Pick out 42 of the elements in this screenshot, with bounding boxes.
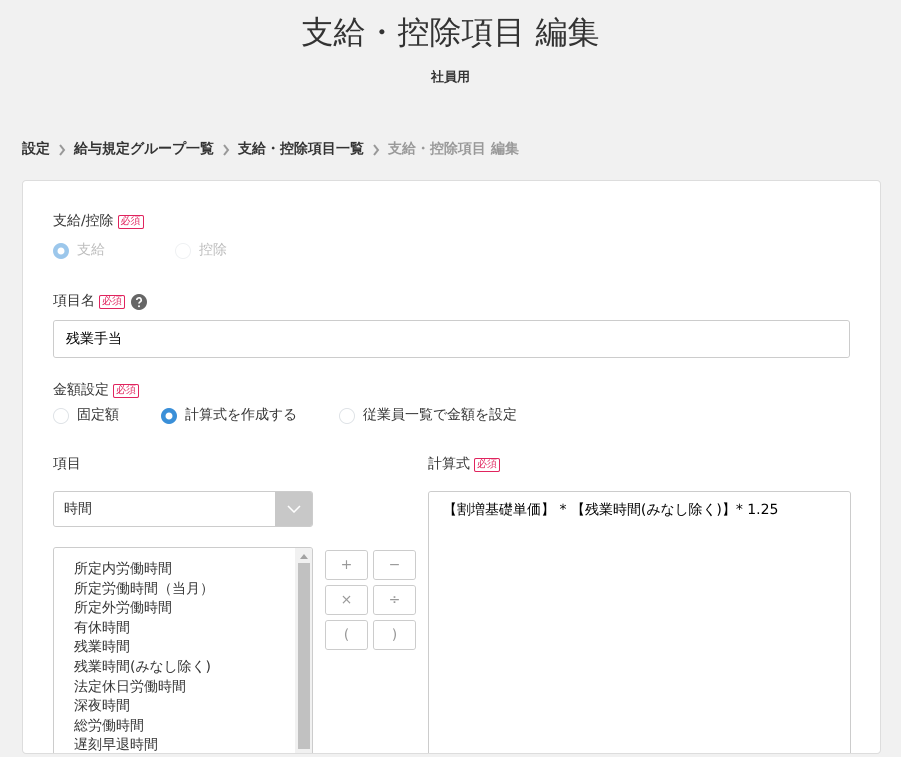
select-dropdown[interactable]: 時間 (53, 491, 313, 528)
list-item[interactable]: 総労働時間 (74, 716, 295, 736)
field-label: 項目 (53, 455, 82, 474)
breadcrumb-link[interactable]: 設定 (22, 139, 50, 160)
required-badge: 必須 (118, 214, 144, 229)
field-label: 金額設定 (53, 381, 109, 400)
breadcrumb-current: 支給・控除項目 編集 (388, 140, 519, 160)
required-badge: 必須 (474, 458, 500, 472)
option-label: 計算式を作成する (185, 406, 297, 426)
option-label: 控除 (199, 241, 227, 260)
chevron-icon (222, 144, 230, 156)
caret-icon (286, 505, 300, 514)
option-label: 支給 (77, 241, 105, 260)
list-item[interactable]: 有休時間 (74, 618, 295, 638)
list-item[interactable]: 遅刻早退時間 (74, 736, 295, 754)
text-field[interactable]: 残業手当 (53, 320, 850, 358)
option-label: 固定額 (77, 406, 119, 426)
required-badge: 必須 (99, 294, 125, 309)
help-icon[interactable] (131, 294, 147, 310)
chevron-icon (372, 144, 380, 156)
list-item[interactable]: 所定労働時間（当月） (74, 580, 295, 600)
list-item[interactable]: 残業時間(みなし除く) (74, 658, 295, 678)
radio-button[interactable] (161, 408, 177, 424)
page-subtitle: 社員用 (430, 68, 471, 87)
field-label: 項目名 (53, 292, 95, 312)
scrollbar[interactable] (295, 548, 312, 754)
list-box[interactable]: 所定内労働時間 所定労働時間（当月） 所定外労働時間 有休時間 残業時間 残業時間(みなし除く) 法定休日労働時間 深夜時間 総労働時間 遅刻早退時間 (53, 547, 313, 754)
option-label: 従業員一覧で金額を設定 (363, 406, 517, 426)
formula-field[interactable]: 【割増基礎単価】 * 【残業時間(みなし除く)】* 1.25 (428, 491, 851, 754)
field-label: 計算式 (428, 455, 470, 474)
field-label: 支給/控除 (53, 212, 114, 232)
breadcrumb-link[interactable]: 給与規定グループ一覧 (74, 139, 214, 160)
page-title: 支給・控除項目 編集 (300, 12, 601, 53)
required-badge: 必須 (113, 384, 139, 398)
list-item[interactable]: 法定休日労働時間 (74, 678, 295, 698)
breadcrumb-link[interactable]: 支給・控除項目一覧 (238, 139, 364, 160)
list-item[interactable]: 残業時間 (74, 638, 295, 658)
list-item[interactable]: 所定外労働時間 (74, 599, 295, 619)
list-item[interactable]: 所定内労働時間 (74, 560, 295, 580)
scroll-up-icon[interactable] (300, 553, 308, 560)
list-item[interactable]: 深夜時間 (74, 697, 295, 717)
chevron-icon (58, 144, 66, 156)
